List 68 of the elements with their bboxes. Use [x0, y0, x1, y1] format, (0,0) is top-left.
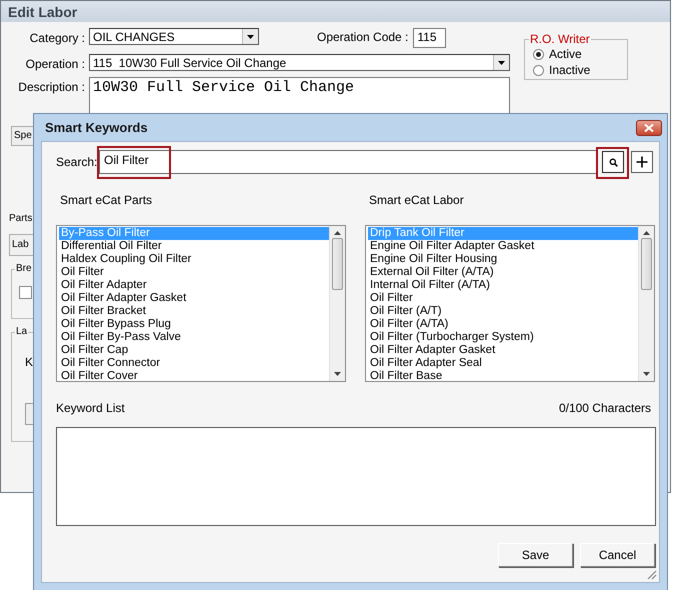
search-icon [608, 158, 618, 166]
scroll-thumb[interactable] [332, 238, 343, 290]
window-title: Edit Labor [1, 1, 670, 22]
keyword-list-field[interactable] [56, 427, 656, 526]
cancel-button[interactable]: Cancel [580, 543, 655, 567]
resize-grip-icon[interactable] [645, 568, 657, 580]
save-button[interactable]: Save [498, 543, 573, 567]
parts-label: Parts [9, 213, 32, 224]
group-title: Bre [15, 263, 33, 274]
list-title: Smart eCat Labor [368, 193, 465, 207]
list-item[interactable]: Differential Oil Filter [59, 240, 329, 253]
list-item[interactable]: Oil Filter Adapter Gasket [59, 292, 329, 305]
list-item[interactable]: Oil Filter Connector [59, 357, 329, 370]
scrollbar[interactable] [638, 226, 654, 381]
category-label: Category : [28, 30, 86, 45]
group-title: R.O. Writer [529, 32, 591, 46]
scroll-thumb[interactable] [641, 238, 652, 290]
close-icon [644, 124, 654, 132]
scroll-up-icon[interactable] [334, 231, 341, 235]
list-item[interactable]: Oil Filter (A/T) [368, 305, 638, 318]
search-label: Search: [56, 155, 98, 169]
dialog-title: Smart Keywords [45, 120, 148, 135]
scroll-down-icon[interactable] [643, 372, 650, 376]
category-dropdown[interactable]: OIL CHANGES [89, 28, 259, 45]
list-item[interactable]: Haldex Coupling Oil Filter [59, 253, 329, 266]
tab[interactable]: Lab [9, 234, 33, 256]
list-item[interactable]: Oil Filter Bracket [59, 305, 329, 318]
radio-button[interactable] [533, 64, 544, 76]
highlight-frame [596, 147, 629, 179]
list-item[interactable]: Oil Filter Base [368, 370, 638, 383]
list-item[interactable]: External Oil Filter (A/TA) [368, 266, 638, 279]
list-item[interactable]: Engine Oil Filter Housing [368, 253, 638, 266]
radio-label: Inactive [549, 63, 590, 77]
operation-code-label: Operation Code : [317, 29, 408, 44]
operation-dropdown[interactable]: 115 10W30 Full Service Oil Change [89, 54, 510, 71]
group-title: La [15, 326, 28, 337]
list-item[interactable]: Oil Filter Cover [59, 370, 329, 383]
scrollbar[interactable] [329, 226, 345, 381]
description-label: Description : [17, 79, 86, 94]
operation-code-field[interactable]: 115 [413, 28, 446, 48]
list-item[interactable]: Oil Filter (Turbocharger System) [368, 331, 638, 344]
field-label: K [25, 355, 34, 369]
plus-icon [636, 156, 648, 168]
list-item[interactable]: Oil Filter By-Pass Valve [59, 331, 329, 344]
operation-label: Operation : [24, 56, 86, 71]
list-item[interactable]: Oil Filter (A/TA) [368, 318, 638, 331]
radio-label: Active [549, 47, 582, 61]
list-title: Smart eCat Parts [59, 193, 154, 207]
search-button[interactable] [602, 151, 624, 173]
list-item[interactable]: Oil Filter Cap [59, 344, 329, 357]
list-item[interactable]: Engine Oil Filter Adapter Gasket [368, 240, 638, 253]
checkbox[interactable] [19, 286, 32, 299]
scroll-down-icon[interactable] [334, 372, 341, 376]
scroll-up-icon[interactable] [643, 231, 650, 235]
list-item[interactable]: Internal Oil Filter (A/TA) [368, 279, 638, 292]
list-item[interactable]: Oil Filter [368, 292, 638, 305]
radio-button[interactable] [533, 48, 544, 60]
close-button[interactable] [636, 120, 662, 136]
keyword-list-label: Keyword List [56, 401, 125, 415]
list-item[interactable]: Oil Filter Adapter Seal [368, 357, 638, 370]
search-field[interactable]: Oil Filter [99, 150, 597, 174]
list-item[interactable]: Oil Filter Adapter Gasket [368, 344, 638, 357]
list-item[interactable]: Oil Filter Adapter [59, 279, 329, 292]
add-button[interactable] [631, 151, 653, 173]
partial-button[interactable]: Spe [11, 126, 35, 146]
list-item[interactable]: Oil Filter [59, 266, 329, 279]
list-item[interactable]: Oil Filter Bypass Plug [59, 318, 329, 331]
character-counter: 0/100 Characters [558, 401, 651, 415]
